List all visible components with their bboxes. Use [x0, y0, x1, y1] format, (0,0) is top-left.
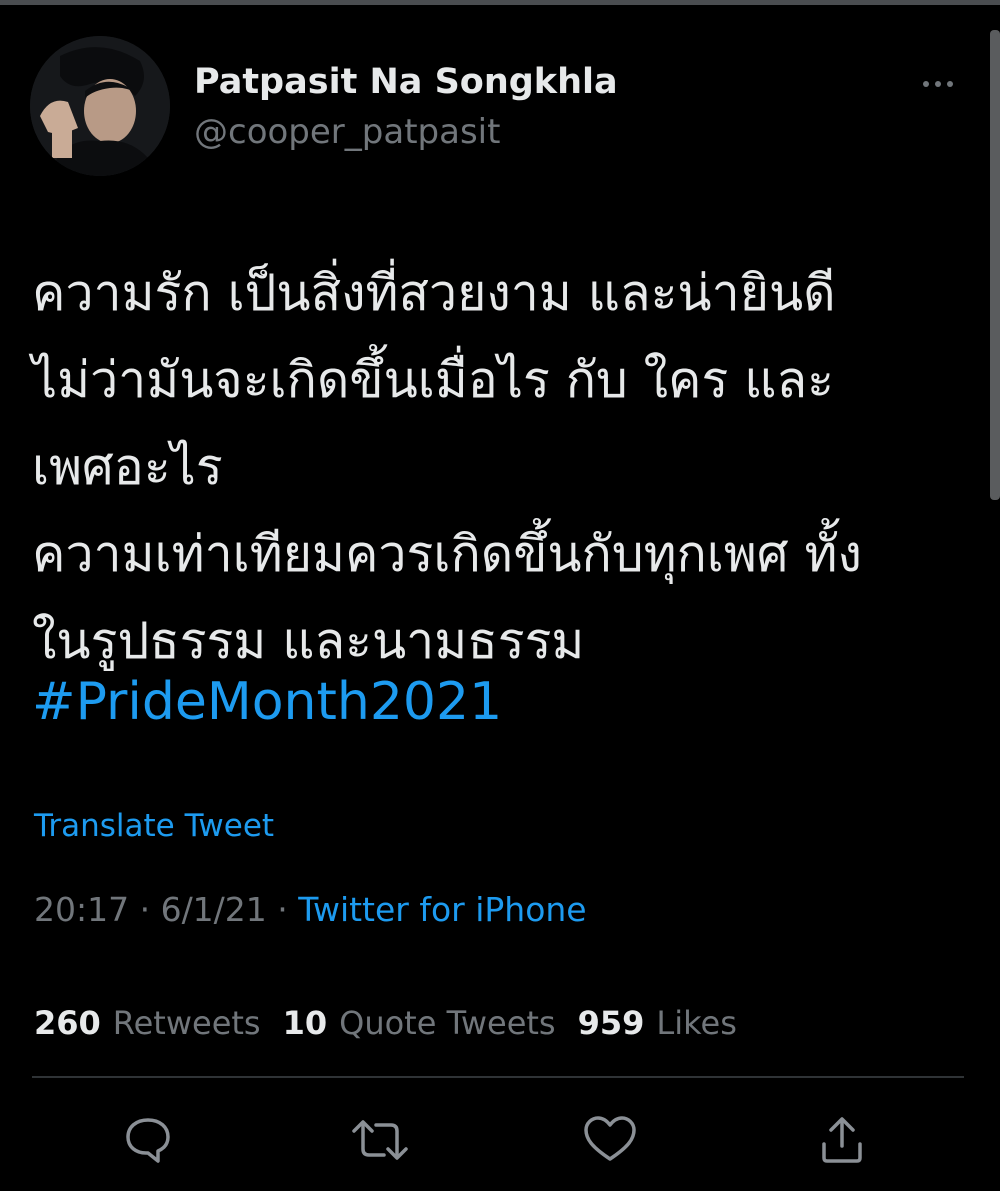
likes-count: 959	[577, 1004, 645, 1042]
scrollbar[interactable]	[990, 30, 1000, 500]
heart-icon	[584, 1116, 636, 1161]
hashtag-link[interactable]: #PrideMonth2021	[32, 664, 502, 740]
reply-button[interactable]	[118, 1112, 178, 1168]
author-handle[interactable]: @cooper_patpasit	[194, 112, 500, 152]
more-dot	[947, 81, 953, 87]
tweet-text-line: ความเท่าเทียมควรเกิดขึ้นกับทุกเพศ ทั้ง	[32, 525, 862, 583]
more-horizontal-icon	[923, 81, 929, 87]
retweets-count: 260	[34, 1004, 101, 1042]
retweet-button[interactable]	[350, 1112, 410, 1168]
tweet-text-line: เพศอะไร	[32, 438, 223, 496]
tweet-source-link[interactable]: Twitter for iPhone	[298, 890, 586, 929]
retweets-stat[interactable]: 260 Retweets	[34, 1004, 261, 1042]
tweet-stats: 260 Retweets 10 Quote Tweets 959 Likes	[34, 1004, 737, 1042]
retweet-icon	[352, 1120, 408, 1160]
like-button[interactable]	[580, 1112, 640, 1168]
more-dot	[935, 81, 941, 87]
retweets-label: Retweets	[112, 1004, 261, 1042]
share-button[interactable]	[812, 1112, 872, 1168]
top-border	[0, 0, 1000, 5]
quotes-label: Quote Tweets	[339, 1004, 556, 1042]
tweet-meta: 20:17 · 6/1/21 · Twitter for iPhone	[34, 890, 587, 929]
likes-label: Likes	[656, 1004, 737, 1042]
divider	[32, 1076, 964, 1078]
avatar[interactable]	[30, 36, 170, 176]
more-options-button[interactable]	[914, 66, 962, 102]
avatar-image	[30, 36, 170, 176]
quotes-stat[interactable]: 10 Quote Tweets	[283, 1004, 556, 1042]
tweet-text-line: ความรัก เป็นสิ่งที่สวยงาม และน่ายินดี	[32, 264, 836, 322]
tweet-text: ความรัก เป็นสิ่งที่สวยงาม และน่ายินดี ไม…	[32, 250, 972, 685]
share-icon	[822, 1117, 862, 1163]
tweet-text-line: ไม่ว่ามันจะเกิดขึ้นเมื่อไร กับ ใคร และ	[32, 351, 834, 409]
likes-stat[interactable]: 959 Likes	[578, 1004, 737, 1042]
quotes-count: 10	[282, 1004, 328, 1042]
author-display-name[interactable]: Patpasit Na Songkhla	[194, 62, 618, 102]
translate-tweet-link[interactable]: Translate Tweet	[34, 808, 274, 844]
tweet-timestamp[interactable]: 20:17 · 6/1/21 ·	[34, 890, 298, 929]
reply-icon	[126, 1118, 170, 1163]
